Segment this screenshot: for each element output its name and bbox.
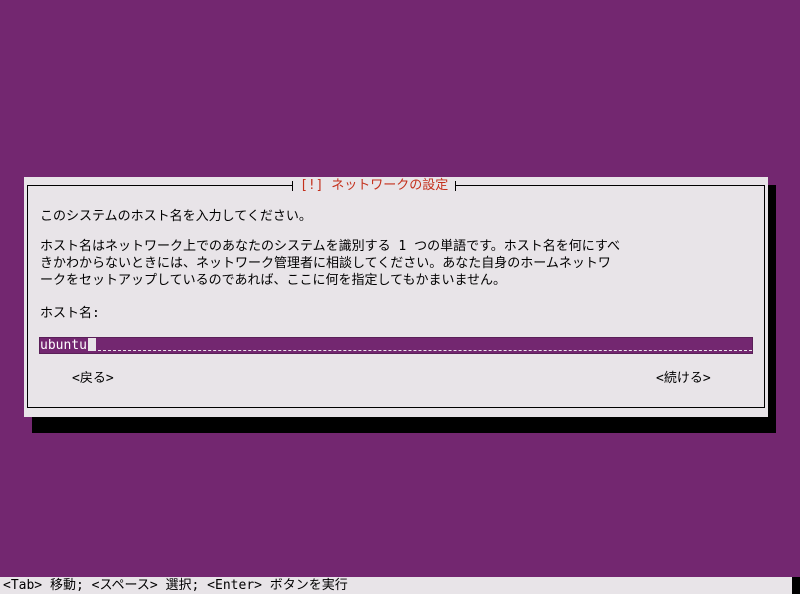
description-line-1: ホスト名はネットワーク上でのあなたのシステムを識別する 1 つの単語です。ホスト… xyxy=(40,239,621,254)
back-button[interactable]: <戻る> xyxy=(72,370,114,387)
description-line-2: きかわからないときには、ネットワーク管理者に相談してください。あなた自身のホーム… xyxy=(40,256,611,271)
continue-button[interactable]: <続ける> xyxy=(656,370,711,387)
text-cursor xyxy=(87,338,96,351)
hostname-prompt: このシステムのホスト名を入力してください。 xyxy=(40,209,312,224)
dialog-title: [!] ネットワークの設定 xyxy=(292,177,457,194)
hostname-value: ubuntu xyxy=(40,338,87,353)
hostname-label: ホスト名: xyxy=(40,306,100,321)
input-fill-line xyxy=(98,350,752,351)
description-line-3: ークをセットアップしているのであれば、ここに何を指定してもかまいません。 xyxy=(40,273,507,288)
status-bar: <Tab> 移動; <スペース> 選択; <Enter> ボタンを実行 xyxy=(0,577,800,594)
status-bar-text: <Tab> 移動; <スペース> 選択; <Enter> ボタンを実行 xyxy=(3,578,348,593)
network-config-dialog: [!] ネットワークの設定 このシステムのホスト名を入力してください。 ホスト名… xyxy=(24,177,768,417)
terminal-cursor xyxy=(792,577,800,594)
hostname-input[interactable]: ubuntu xyxy=(39,337,753,354)
